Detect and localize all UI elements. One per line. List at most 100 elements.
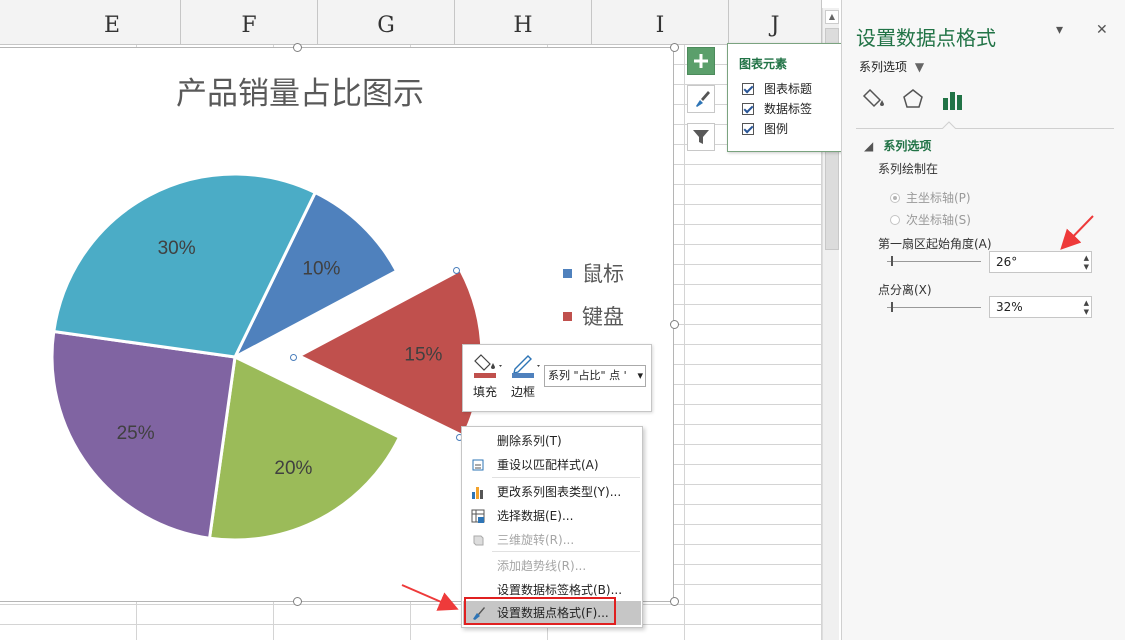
checkbox-checked-icon[interactable] <box>742 82 754 95</box>
context-menu-item-label: 删除系列(T) <box>497 434 562 448</box>
point-explosion-label: 点分离(X) <box>878 283 932 297</box>
column-header-e[interactable]: E <box>44 0 181 44</box>
context-menu-item-label: 三维旋转(R)... <box>497 533 575 547</box>
highlight-box <box>464 597 616 625</box>
chart-title[interactable]: 产品销量占比图示 <box>100 68 500 113</box>
primary-axis-radio[interactable]: 主坐标轴(P) <box>890 189 971 206</box>
series-options-dropdown[interactable]: 系列选项 ▼ <box>859 58 924 75</box>
paintbrush-icon <box>696 91 710 107</box>
plot-series-on-label: 系列绘制在 <box>878 162 939 176</box>
data-label-10pct[interactable]: 10% <box>302 258 340 279</box>
spin-down-icon[interactable]: ▼ <box>1084 309 1089 316</box>
scroll-up-arrow-icon[interactable]: ▲ <box>825 10 839 24</box>
legend-swatch-mouse <box>563 268 572 278</box>
explosion-spinbox[interactable]: 32% ▲ ▼ <box>989 296 1092 318</box>
explosion-slider-track[interactable] <box>887 307 981 308</box>
column-header-f[interactable]: F <box>181 0 318 44</box>
angle-spinbox[interactable]: 26° ▲ ▼ <box>989 251 1092 273</box>
delete-icon <box>470 433 486 449</box>
popup-title: 图表元素 <box>739 57 788 71</box>
tab-divider <box>856 128 1114 129</box>
series-options-dropdown-label: 系列选项 <box>859 60 908 74</box>
radio-selected-icon[interactable] <box>890 192 900 203</box>
chart-filters-button[interactable] <box>687 123 715 151</box>
chart-type-icon <box>470 484 486 500</box>
first-slice-angle-label: 第一扇区起始角度(A) <box>878 237 992 251</box>
checkbox-label: 图例 <box>764 122 789 136</box>
filter-icon <box>693 130 709 144</box>
context-menu-item[interactable]: 选择数据(E)... <box>463 504 641 528</box>
mini-toolbar: 填充 边框 系列 "占比" 点 ' ▾ <box>462 344 652 412</box>
data-label-20pct[interactable]: 20% <box>274 458 312 479</box>
angle-value: 26° <box>996 255 1018 269</box>
chart-resize-handle-top[interactable] <box>293 43 302 52</box>
legend-entry-keyboard[interactable]: 键盘 <box>563 301 624 331</box>
point-handle-top[interactable] <box>453 267 460 274</box>
checkbox-checked-icon[interactable] <box>742 122 754 135</box>
checkbox-checked-icon[interactable] <box>742 102 754 115</box>
spin-down-icon[interactable]: ▼ <box>1084 264 1089 271</box>
series-selector-dropdown[interactable]: 系列 "占比" 点 ' ▾ <box>544 365 646 387</box>
legend-entry-mouse[interactable]: 鼠标 <box>563 258 624 288</box>
plus-icon <box>694 54 708 68</box>
secondary-axis-radio[interactable]: 次坐标轴(S) <box>890 211 971 228</box>
chart-resize-handle-bottom[interactable] <box>293 597 302 606</box>
legend-swatch-keyboard <box>563 311 572 321</box>
radio-empty-icon[interactable] <box>890 214 900 225</box>
fill-line-tab-icon[interactable] <box>862 86 888 112</box>
pane-options-dropdown-icon[interactable]: ▾ <box>1056 22 1063 38</box>
spin-up-icon[interactable]: ▲ <box>1084 300 1089 307</box>
context-menu-item-label: 添加趋势线(R)... <box>497 559 587 573</box>
angle-slider-thumb[interactable] <box>891 256 893 266</box>
pie-chart[interactable]: 10% 15% 20% 25% 30% <box>0 150 500 570</box>
border-button[interactable]: 边框 <box>507 351 543 399</box>
menu-separator <box>492 477 640 478</box>
context-menu-item[interactable]: 重设以匹配样式(A) <box>463 453 641 477</box>
series-options-section-header[interactable]: ◢ 系列选项 <box>864 137 931 154</box>
tab-pointer-icon <box>942 121 956 129</box>
context-menu-item[interactable]: 更改系列图表类型(Y)... <box>463 480 641 504</box>
series-selector-value: 系列 "占比" 点 ' <box>548 369 627 382</box>
checkbox-data-labels[interactable]: 数据标签 <box>742 100 812 117</box>
reset-style-icon <box>470 457 486 473</box>
data-label-25pct[interactable]: 25% <box>117 423 155 444</box>
fill-button[interactable]: 填充 <box>469 351 505 399</box>
checkbox-label: 数据标签 <box>764 102 813 116</box>
chart-elements-button[interactable] <box>687 47 715 75</box>
context-menu-item-label: 重设以匹配样式(A) <box>497 458 599 472</box>
series-options-tab-icon[interactable] <box>940 86 966 112</box>
select-data-icon <box>470 508 486 524</box>
format-data-point-pane: 设置数据点格式 ▾ ✕ 系列选项 ▼ ◢ 系列选项 系列绘制在 主坐标轴(P) … <box>841 0 1125 640</box>
pen-icon <box>512 355 540 378</box>
chevron-down-icon: ▾ <box>635 366 643 386</box>
chart-resize-handle-top-right[interactable] <box>670 43 679 52</box>
section-title: 系列选项 <box>883 139 932 153</box>
close-icon[interactable]: ✕ <box>1096 22 1108 38</box>
context-menu-item[interactable]: 删除系列(T) <box>463 429 641 453</box>
radio-label: 主坐标轴(P) <box>906 191 971 205</box>
chart-resize-handle-right[interactable] <box>670 320 679 329</box>
column-header-bar: E F G H I J <box>0 0 822 45</box>
spin-up-icon[interactable]: ▲ <box>1084 255 1089 262</box>
pane-title: 设置数据点格式 <box>856 26 996 50</box>
collapse-triangle-icon: ◢ <box>864 139 874 153</box>
chart-resize-handle-bottom-right[interactable] <box>670 597 679 606</box>
data-label-15pct[interactable]: 15% <box>404 345 442 366</box>
chart-styles-button[interactable] <box>687 85 715 113</box>
checkbox-chart-title[interactable]: 图表标题 <box>742 80 812 97</box>
paint-bucket-icon <box>474 354 502 378</box>
effects-tab-icon[interactable] <box>900 86 926 112</box>
angle-slider-track[interactable] <box>887 261 981 262</box>
column-header-j[interactable]: J <box>729 0 822 44</box>
point-handle-center[interactable] <box>290 354 297 361</box>
explosion-value: 32% <box>996 300 1023 314</box>
checkbox-legend[interactable]: 图例 <box>742 120 788 137</box>
data-label-30pct[interactable]: 30% <box>158 238 196 259</box>
context-menu-item-label: 选择数据(E)... <box>497 509 574 523</box>
explosion-slider-thumb[interactable] <box>891 302 893 312</box>
legend-label-keyboard: 键盘 <box>582 305 624 329</box>
column-header-h[interactable]: H <box>455 0 592 44</box>
column-header-g[interactable]: G <box>318 0 455 44</box>
fill-label: 填充 <box>472 385 497 399</box>
column-header-i[interactable]: I <box>592 0 729 44</box>
